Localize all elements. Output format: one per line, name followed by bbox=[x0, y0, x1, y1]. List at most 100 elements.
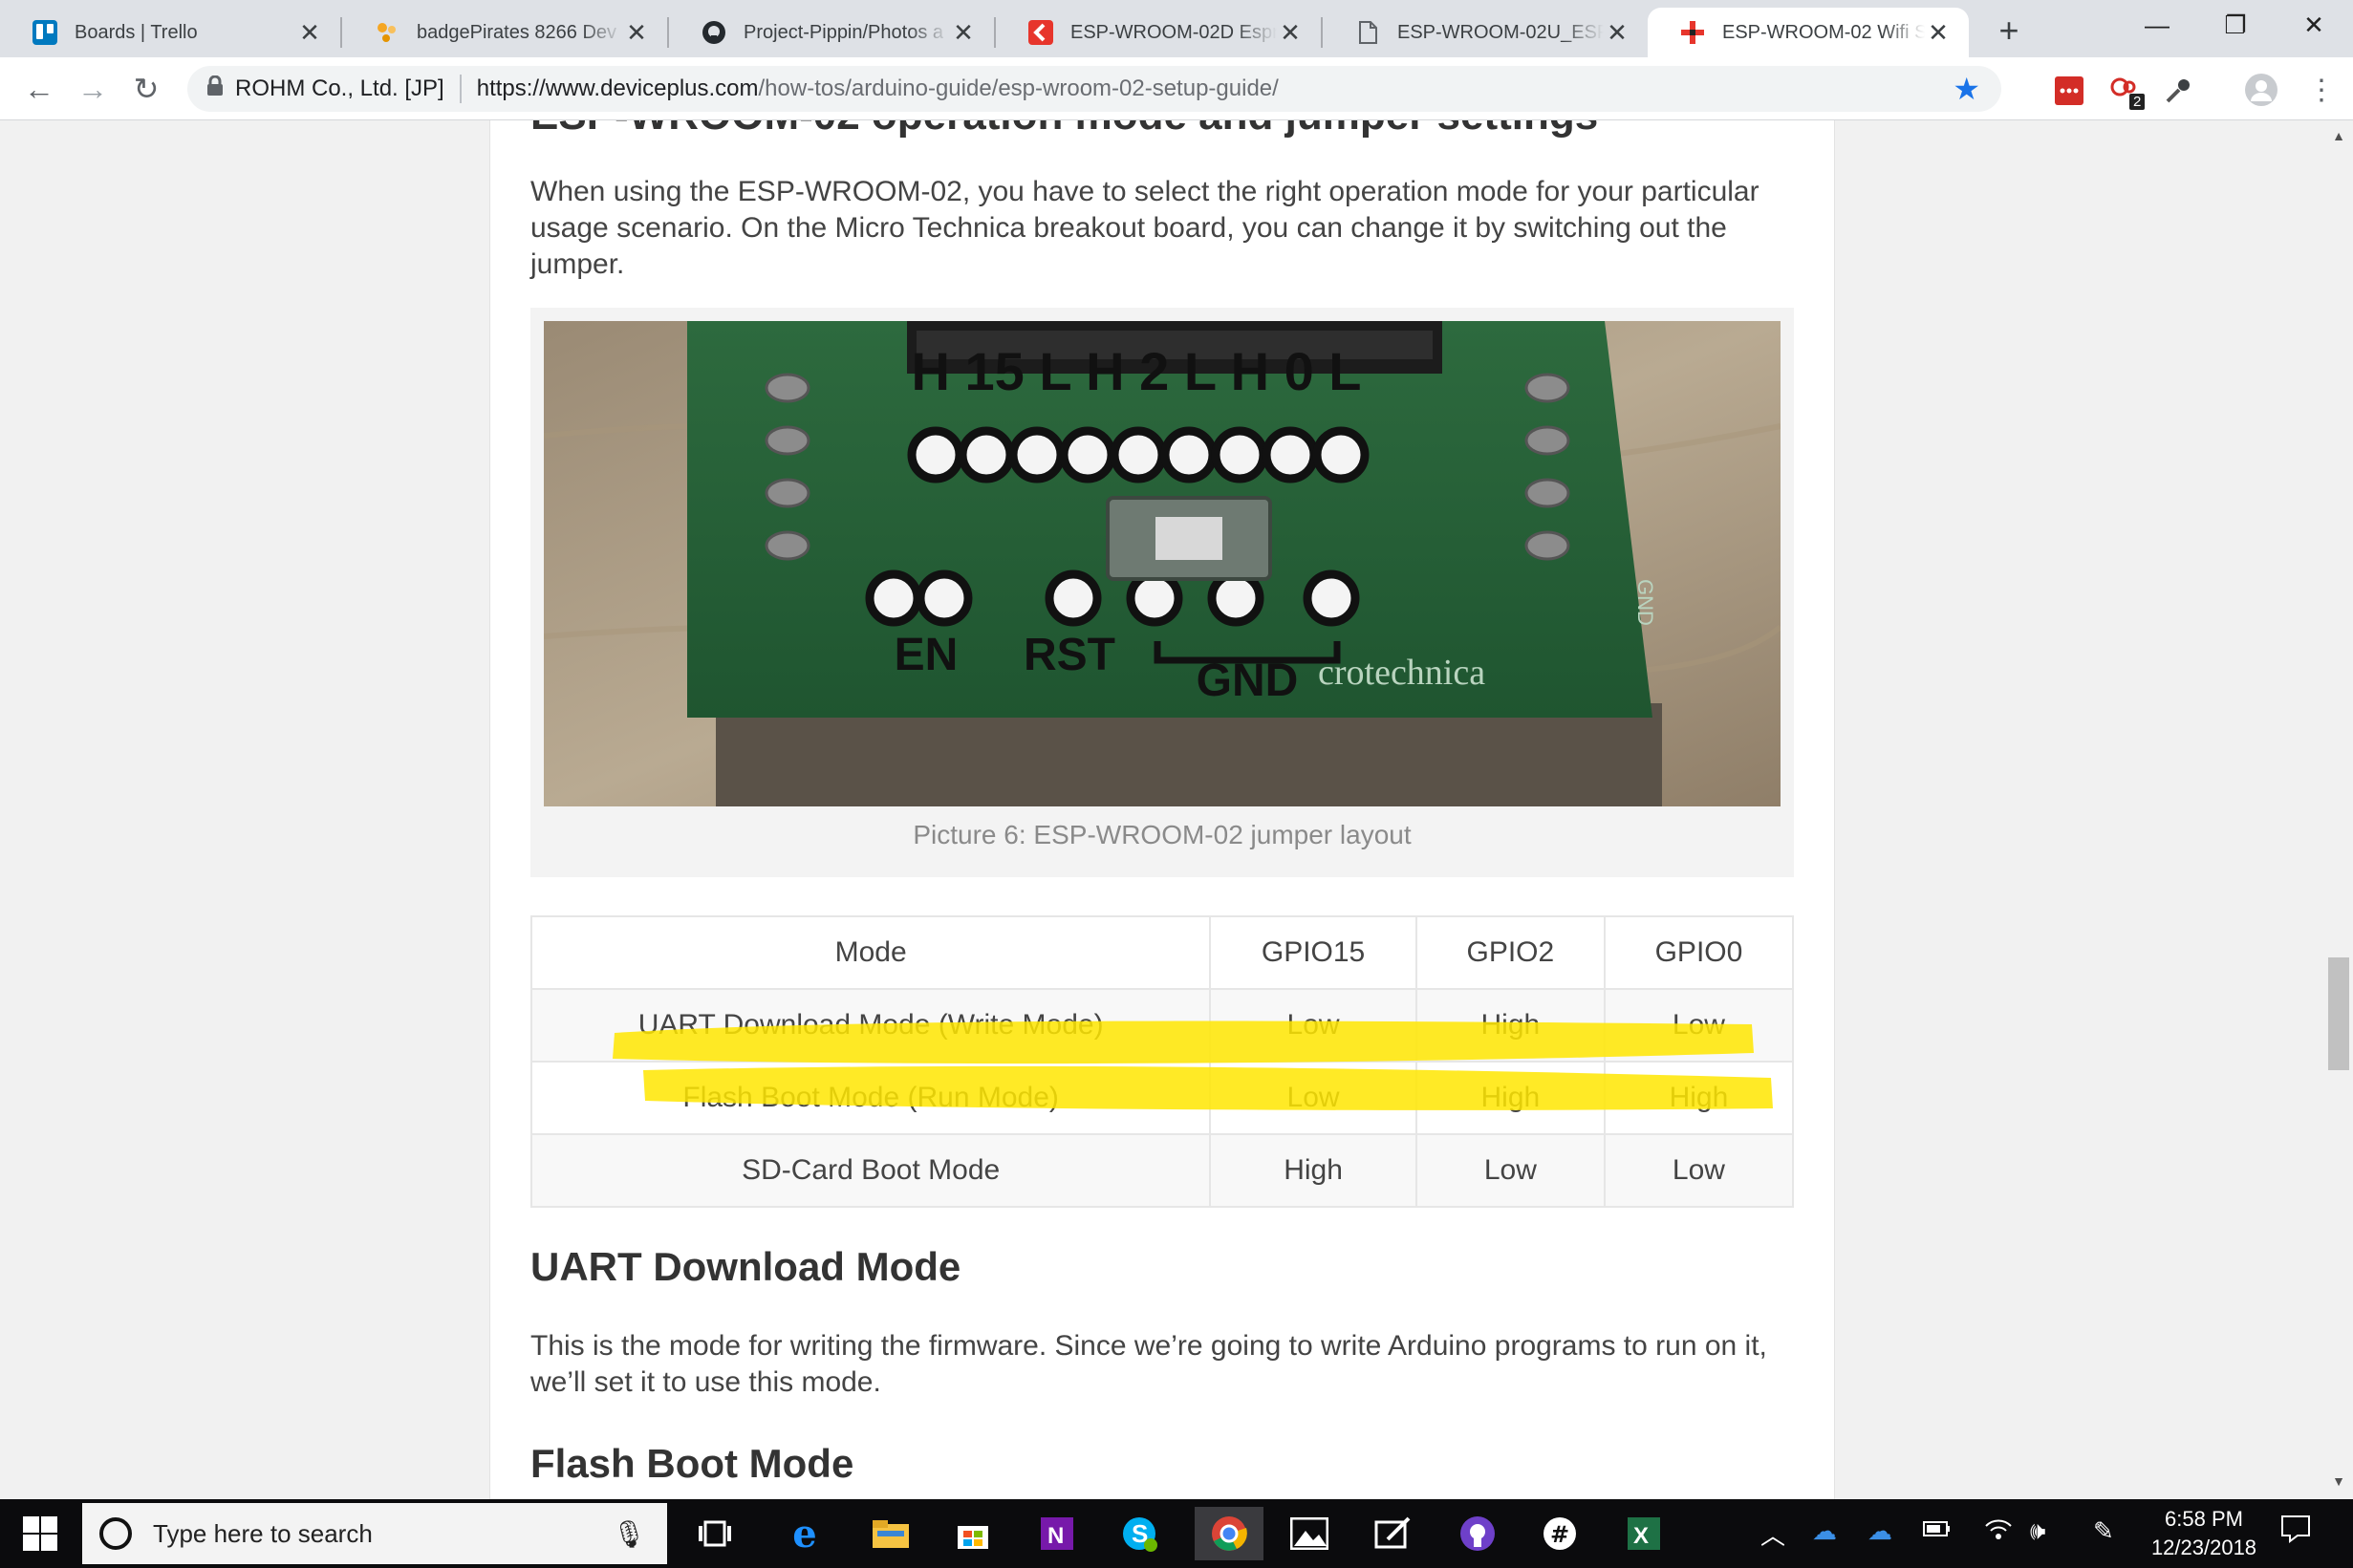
tab-title: Boards | Trello bbox=[75, 21, 198, 43]
tab-title: ESP-WROOM-02 Wifi S bbox=[1722, 21, 1925, 43]
browser-toolbar: ← → ↻ ROHM Co., Ltd. [JP] https://www.de… bbox=[0, 57, 2353, 120]
photo-label-side-gnd: GND bbox=[1633, 579, 1657, 626]
volume-icon[interactable]: 🕪 bbox=[2030, 1516, 2045, 1547]
taskbar-search-box[interactable]: Type here to search 🎙 bbox=[82, 1503, 667, 1564]
heading-flash-boot-mode: Flash Boot Mode bbox=[530, 1441, 854, 1486]
tab-espressif[interactable]: ESP-WROOM-02D Espr ✕ bbox=[996, 8, 1321, 57]
close-tab-icon[interactable]: ✕ bbox=[1925, 19, 1952, 46]
uart-paragraph: This is the mode for writing the firmwar… bbox=[530, 1330, 1767, 1398]
scroll-down-icon[interactable]: ▼ bbox=[2330, 1473, 2347, 1491]
chrome-menu-icon[interactable]: ⋮ bbox=[2307, 76, 2336, 105]
photo-label-brand: crotechnica bbox=[1318, 653, 1485, 693]
github-desktop-icon[interactable] bbox=[1451, 1507, 1504, 1560]
snip-sketch-icon[interactable] bbox=[1367, 1507, 1420, 1560]
close-window-button[interactable]: ✕ bbox=[2275, 0, 2353, 50]
tab-trello[interactable]: Boards | Trello ✕ bbox=[0, 8, 340, 57]
new-tab-button[interactable]: + bbox=[1990, 11, 2028, 50]
table-header-row: Mode GPIO15 GPIO2 GPIO0 bbox=[529, 915, 1795, 990]
table-cell: Low bbox=[1603, 988, 1795, 1063]
extension-lastpass-icon[interactable] bbox=[2055, 76, 2083, 105]
file-explorer-icon[interactable] bbox=[864, 1507, 917, 1560]
lock-icon bbox=[206, 75, 235, 102]
close-tab-icon[interactable]: ✕ bbox=[1277, 19, 1304, 46]
onedrive-icon[interactable]: ☁ bbox=[1812, 1516, 1837, 1546]
extension-tabs-icon[interactable]: 2 bbox=[2108, 76, 2146, 110]
wifi-icon[interactable] bbox=[1984, 1516, 2013, 1548]
table-header-cell: GPIO2 bbox=[1414, 915, 1606, 990]
windows-taskbar: Type here to search 🎙 e N S # X ︿ ☁ ☁ 🕪 bbox=[0, 1499, 2353, 1568]
battery-icon[interactable] bbox=[1923, 1516, 1952, 1546]
photo-label-gnd: GND bbox=[1197, 655, 1299, 706]
espressif-icon bbox=[1028, 20, 1053, 45]
svg-text:N: N bbox=[1047, 1523, 1064, 1549]
slack-icon[interactable]: # bbox=[1533, 1507, 1587, 1560]
svg-text:#: # bbox=[1550, 1521, 1569, 1548]
photo-label-rst: RST bbox=[1024, 630, 1115, 680]
deviceplus-icon bbox=[1680, 20, 1705, 45]
url-path: /how-tos/arduino-guide/esp-wroom-02-setu… bbox=[758, 75, 1279, 101]
page-scrollbar[interactable]: ▲ ▼ bbox=[2322, 120, 2353, 1499]
close-tab-icon[interactable]: ✕ bbox=[950, 19, 977, 46]
figure-jumper-layout: H 15 L H 2 L H 0 L EN RST GND crotechnic… bbox=[530, 308, 1794, 877]
microphone-icon[interactable]: 🎙 bbox=[612, 1518, 646, 1550]
onenote-icon[interactable]: N bbox=[1030, 1507, 1084, 1560]
restore-button[interactable]: ❐ bbox=[2196, 0, 2275, 50]
clock-time: 6:58 PM bbox=[2165, 1507, 2243, 1531]
github-icon bbox=[702, 20, 726, 45]
tab-deviceplus-active[interactable]: ESP-WROOM-02 Wifi S ✕ bbox=[1648, 8, 1969, 57]
task-view-icon[interactable] bbox=[688, 1507, 742, 1560]
skype-icon[interactable]: S bbox=[1112, 1507, 1166, 1560]
intro-paragraph: When using the ESP-WROOM-02, you have to… bbox=[530, 176, 1759, 280]
edge-browser-icon[interactable]: e bbox=[778, 1507, 831, 1560]
tab-github[interactable]: Project-Pippin/Photos a ✕ bbox=[669, 8, 994, 57]
tab-pdf-document[interactable]: ESP-WROOM-02U_ESP ✕ bbox=[1323, 8, 1648, 57]
excel-icon[interactable]: X bbox=[1617, 1507, 1671, 1560]
eyedropper-icon[interactable] bbox=[2164, 76, 2192, 105]
windows-start-icon[interactable] bbox=[21, 1514, 59, 1553]
chrome-taskbar-icon[interactable] bbox=[1195, 1507, 1263, 1560]
close-tab-icon[interactable]: ✕ bbox=[1604, 19, 1630, 46]
table-header-cell: GPIO0 bbox=[1603, 915, 1795, 990]
table-cell: High bbox=[1209, 1133, 1417, 1208]
tab-title: Project-Pippin/Photos a bbox=[744, 21, 944, 43]
search-placeholder: Type here to search bbox=[153, 1518, 373, 1548]
tab-badgepirates[interactable]: badgePirates 8266 Dev ✕ bbox=[342, 8, 667, 57]
onedrive-business-icon[interactable]: ☁ bbox=[1867, 1516, 1892, 1546]
article-content: ESP-WROOM-02 operation mode and jumper s… bbox=[489, 120, 1835, 1499]
bookmark-star-icon[interactable]: ★ bbox=[1953, 71, 1980, 107]
back-button[interactable]: ← bbox=[17, 67, 61, 111]
table-cell: Flash Boot Mode (Run Mode) bbox=[529, 1061, 1212, 1135]
minimize-button[interactable]: — bbox=[2118, 0, 2196, 50]
table-cell: Low bbox=[1209, 1061, 1417, 1135]
profile-avatar-icon[interactable] bbox=[2244, 73, 2278, 107]
table-cell: Low bbox=[1603, 1133, 1795, 1208]
table-cell: UART Download Mode (Write Mode) bbox=[529, 988, 1212, 1063]
svg-text:X: X bbox=[1633, 1523, 1649, 1549]
table-row: UART Download Mode (Write Mode) Low High… bbox=[529, 988, 1795, 1063]
extension-badge: 2 bbox=[2129, 94, 2146, 110]
pen-ink-icon[interactable]: ✎ bbox=[2093, 1516, 2114, 1546]
taskbar-clock[interactable]: 6:58 PM 12/23/2018 bbox=[2137, 1505, 2271, 1562]
forward-button[interactable]: → bbox=[71, 67, 115, 111]
table-cell: Low bbox=[1414, 1133, 1606, 1208]
mode-table: Mode GPIO15 GPIO2 GPIO0 UART Download Mo… bbox=[529, 915, 1795, 1208]
table-cell: SD-Card Boot Mode bbox=[529, 1133, 1212, 1208]
document-icon bbox=[1355, 20, 1380, 45]
tab-title: badgePirates 8266 Dev bbox=[417, 21, 617, 43]
figure-caption: Picture 6: ESP-WROOM-02 jumper layout bbox=[913, 820, 1412, 849]
close-tab-icon[interactable]: ✕ bbox=[623, 19, 650, 46]
photos-icon[interactable] bbox=[1283, 1507, 1336, 1560]
table-header-cell: GPIO15 bbox=[1209, 915, 1417, 990]
badgepirates-icon bbox=[375, 20, 399, 45]
table-header-cell: Mode bbox=[529, 915, 1212, 990]
address-bar[interactable]: ROHM Co., Ltd. [JP] https://www.devicepl… bbox=[187, 66, 2001, 112]
trello-icon bbox=[32, 20, 57, 45]
reload-button[interactable]: ↻ bbox=[124, 67, 168, 111]
close-tab-icon[interactable]: ✕ bbox=[296, 19, 323, 46]
store-icon[interactable] bbox=[946, 1507, 1000, 1560]
section-heading-clipped: ESP-WROOM-02 operation mode and jumper s… bbox=[530, 120, 1598, 140]
show-hidden-icons[interactable]: ︿ bbox=[1760, 1516, 1785, 1552]
action-center-icon[interactable] bbox=[2280, 1514, 2311, 1550]
scrollbar-thumb[interactable] bbox=[2328, 957, 2349, 1070]
scroll-up-icon[interactable]: ▲ bbox=[2330, 128, 2347, 145]
